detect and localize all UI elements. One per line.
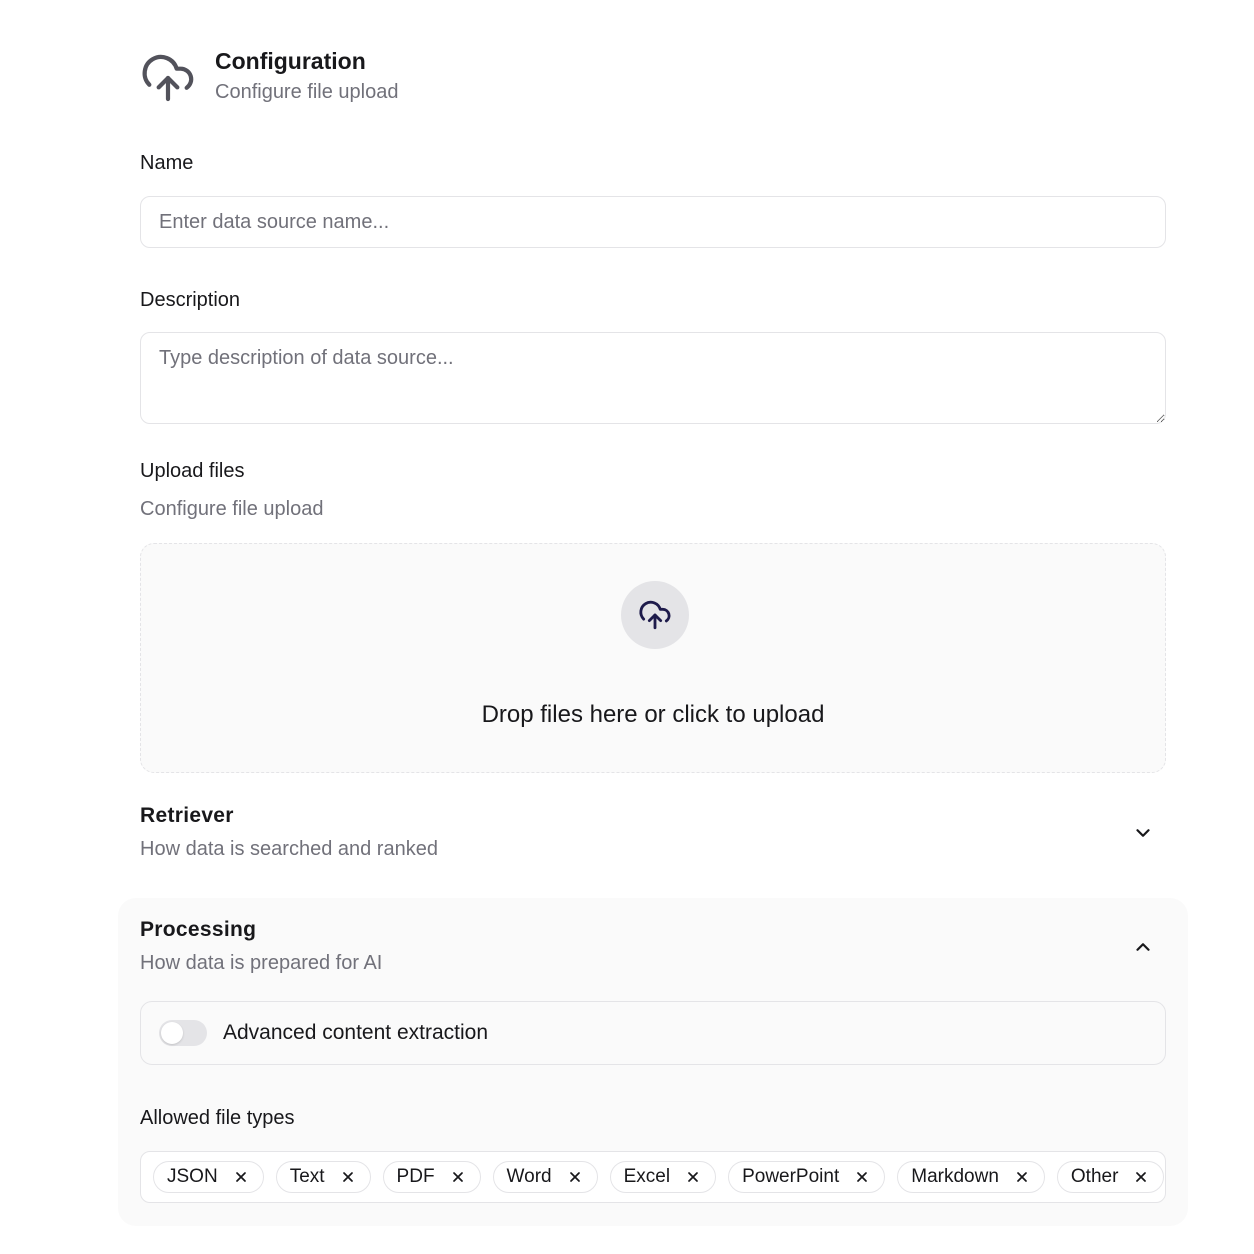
close-icon[interactable] [854, 1169, 870, 1185]
file-type-tag: Other [1056, 1161, 1165, 1193]
close-icon[interactable] [567, 1169, 583, 1185]
processing-section-header[interactable]: Processing How data is prepared for AI [140, 918, 1166, 975]
tag-label: PowerPoint [742, 1166, 840, 1187]
tag-label: Excel [623, 1166, 671, 1187]
advanced-extraction-row: Advanced content extraction [140, 1001, 1166, 1065]
file-type-tag: Excel [609, 1161, 717, 1193]
close-icon[interactable] [1133, 1169, 1149, 1185]
retriever-section-header[interactable]: Retriever How data is searched and ranke… [140, 804, 1166, 861]
tag-label: Text [289, 1166, 325, 1187]
name-input[interactable] [140, 196, 1166, 248]
tag-label: JSON [167, 1166, 218, 1187]
tag-label: Word [506, 1166, 552, 1187]
chevron-down-icon[interactable] [1132, 822, 1154, 844]
allowed-file-types-label: Allowed file types [140, 1107, 295, 1129]
page-title: Configuration [215, 48, 366, 74]
tag-label: PDF [396, 1166, 435, 1187]
cloud-upload-icon [638, 598, 672, 632]
chevron-up-icon[interactable] [1132, 936, 1154, 958]
processing-title: Processing [140, 918, 257, 941]
allowed-file-types-input[interactable]: JSON Text PDF Word Excel PowerPoint Mark… [140, 1151, 1166, 1203]
file-type-tag: Markdown [897, 1161, 1045, 1193]
description-textarea[interactable] [140, 332, 1166, 424]
upload-sublabel: Configure file upload [140, 498, 324, 520]
tag-label: Other [1070, 1166, 1119, 1187]
retriever-subtitle: How data is searched and ranked [140, 838, 438, 860]
advanced-extraction-label: Advanced content extraction [223, 1021, 489, 1044]
advanced-extraction-toggle[interactable] [159, 1020, 207, 1046]
cloud-upload-icon [140, 50, 196, 106]
close-icon[interactable] [450, 1169, 466, 1185]
page-header: Configuration Configure file upload [140, 46, 398, 107]
close-icon[interactable] [340, 1169, 356, 1185]
upload-label: Upload files [140, 460, 245, 482]
tag-label: Markdown [911, 1166, 999, 1187]
close-icon[interactable] [233, 1169, 249, 1185]
file-type-tag: JSON [153, 1161, 264, 1193]
page-subtitle: Configure file upload [215, 81, 399, 103]
file-type-tag: PDF [382, 1161, 481, 1193]
file-dropzone[interactable]: Drop files here or click to upload [140, 543, 1166, 773]
file-type-tag: Text [275, 1161, 371, 1193]
processing-subtitle: How data is prepared for AI [140, 952, 383, 974]
toggle-knob [161, 1022, 183, 1044]
dropzone-text: Drop files here or click to upload [481, 701, 825, 728]
close-icon[interactable] [685, 1169, 701, 1185]
retriever-title: Retriever [140, 804, 234, 827]
name-label: Name [140, 152, 194, 174]
description-label: Description [140, 289, 241, 311]
dropzone-icon-circle [621, 581, 689, 649]
close-icon[interactable] [1014, 1169, 1030, 1185]
file-type-tag: PowerPoint [728, 1161, 886, 1193]
file-type-tag: Word [492, 1161, 598, 1193]
